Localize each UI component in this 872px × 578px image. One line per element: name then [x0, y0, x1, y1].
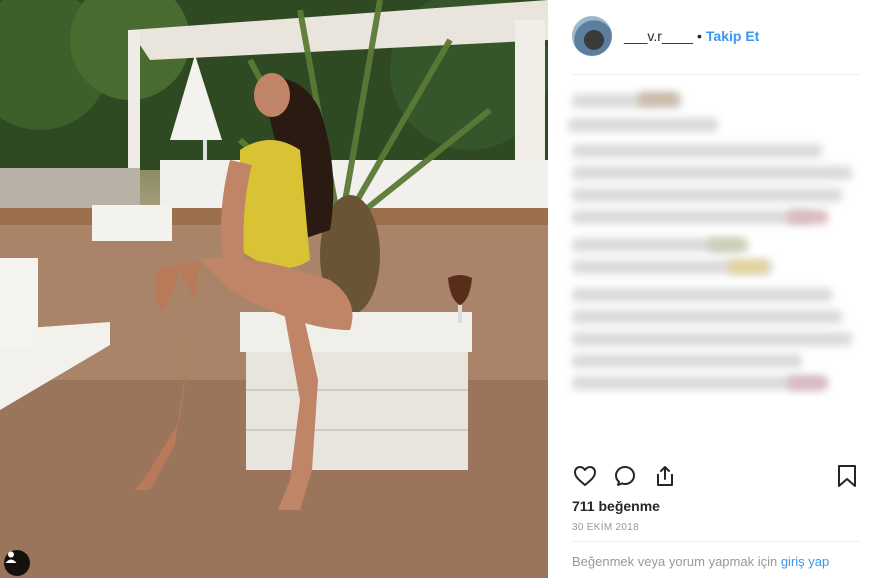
post-actions — [572, 462, 860, 490]
post-photo[interactable] — [0, 0, 548, 578]
header-separator: • — [697, 28, 702, 44]
follow-button[interactable]: Takip Et — [706, 28, 759, 44]
share-button[interactable] — [652, 463, 678, 489]
post-header: ___v.r____ • Takip Et — [572, 14, 860, 58]
login-prompt: Beğenmek veya yorum yapmak için giriş ya… — [572, 554, 829, 569]
footer-divider — [572, 541, 860, 542]
login-prompt-text: Beğenmek veya yorum yapmak için — [572, 554, 778, 569]
bookmark-icon — [838, 465, 856, 487]
heart-icon — [574, 466, 596, 486]
post-date[interactable]: 30 EKİM 2018 — [572, 522, 639, 533]
like-button[interactable] — [572, 463, 598, 489]
username-link[interactable]: ___v.r____ — [624, 28, 693, 44]
header-divider — [572, 74, 860, 75]
post-side-panel: ___v.r____ • Takip Et 711 beğenme 30 EKİ… — [548, 0, 872, 578]
avatar[interactable] — [572, 16, 612, 56]
photo-scene — [0, 0, 548, 578]
comment-icon — [615, 466, 635, 486]
comment-button[interactable] — [612, 463, 638, 489]
likes-count[interactable]: 711 beğenme — [572, 498, 660, 514]
save-button[interactable] — [834, 463, 860, 489]
caption-blurred — [568, 88, 864, 398]
login-link[interactable]: giriş yap — [781, 554, 829, 569]
user-tags-button[interactable] — [4, 550, 30, 576]
user-icon — [5, 551, 17, 563]
share-icon — [657, 466, 673, 486]
